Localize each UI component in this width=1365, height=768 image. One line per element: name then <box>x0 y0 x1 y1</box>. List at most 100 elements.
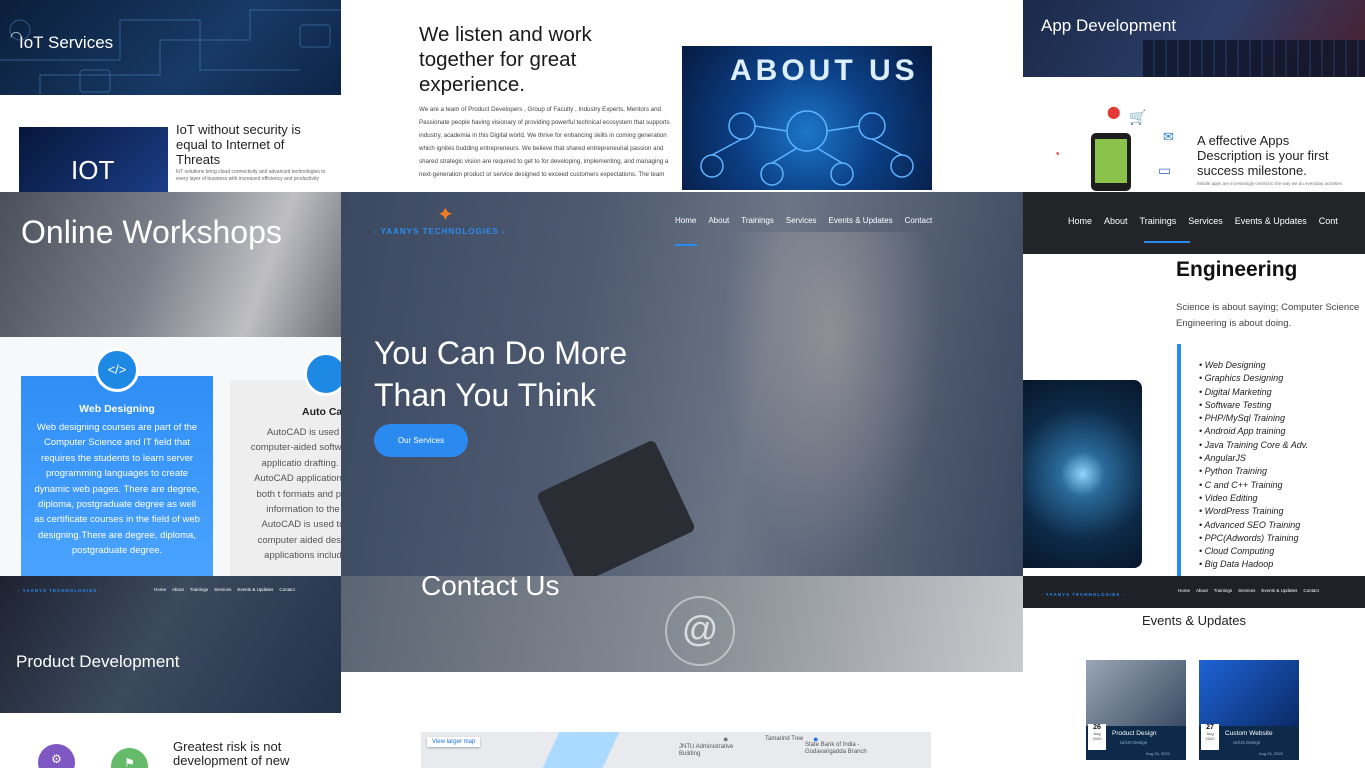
nav-trainings[interactable]: Trainings <box>741 216 774 225</box>
ev-nav-about[interactable]: About <box>1196 588 1208 593</box>
android-phone-illustration <box>1091 133 1131 191</box>
map-embed[interactable]: View larger map JNTU Administrative Buil… <box>421 732 931 768</box>
our-services-button[interactable]: Our Services <box>374 424 468 457</box>
iot-article-title[interactable]: IoT without security is equal to Interne… <box>176 122 326 167</box>
nav-events[interactable]: Events & Updates <box>829 216 893 225</box>
autocad-body: AutoCAD is used computer-aided software … <box>250 427 341 562</box>
product-development-banner: - YAANYS TECHNOLOGIES - Home About Train… <box>0 576 341 713</box>
training-item[interactable]: • Java Training Core & Adv. <box>1199 439 1359 452</box>
laptop-icon: ▭ <box>1158 162 1172 178</box>
view-larger-map-link[interactable]: View larger map <box>427 737 481 747</box>
event-card-photo <box>1086 660 1186 726</box>
event-date: Aug 26, 2020 <box>1146 751 1170 756</box>
nav-contact[interactable]: Contact <box>905 216 933 225</box>
ev-nav-services[interactable]: Services <box>1238 588 1255 593</box>
map-pin-icon: ● <box>723 734 729 744</box>
iot-article: IOT IoT without security is equal to Int… <box>0 95 341 192</box>
online-workshops-title: Online Workshops <box>21 214 282 250</box>
dark-nav-home[interactable]: Home <box>1068 216 1092 226</box>
iot-article-excerpt: IoT solutions bring cloud connectivity a… <box>176 169 326 182</box>
hero-brand-logo[interactable]: - YAANYS TECHNOLOGIES - <box>374 227 505 236</box>
about-heading: We listen and work together for great ex… <box>419 23 592 96</box>
nav-active-underline <box>675 244 697 246</box>
hero-photo-highlight <box>721 232 941 572</box>
pd-nav-about[interactable]: About <box>172 587 184 592</box>
training-item[interactable]: • Python Training <box>1199 465 1359 478</box>
event-sub: UI/UX Design <box>1120 740 1148 745</box>
autocad-icon <box>304 352 341 396</box>
pd-nav-trainings[interactable]: Trainings <box>190 587 208 592</box>
dark-nav-trainings[interactable]: Trainings <box>1140 216 1177 226</box>
ev-nav-contact[interactable]: Contact <box>1303 588 1319 593</box>
app-development-title: App Development <box>1041 16 1177 35</box>
pd-nav-contact[interactable]: Contact <box>279 587 295 592</box>
flag-circle-icon: ⚑ <box>111 748 148 768</box>
dark-nav-about[interactable]: About <box>1104 216 1128 226</box>
training-item[interactable]: • Digital Marketing <box>1199 386 1359 399</box>
event-day: 27 <box>1206 724 1214 731</box>
runner-logo-icon: ✦ <box>437 204 454 226</box>
web-designing-title: Web Designing <box>79 403 155 415</box>
nav-home[interactable]: Home <box>675 216 696 225</box>
location-pin-icon: ⬤ <box>1107 105 1121 119</box>
iot-thumbnail[interactable]: IOT <box>19 127 168 192</box>
training-item[interactable]: • Advanced SEO Training <box>1199 519 1359 532</box>
pd-nav-home[interactable]: Home <box>154 587 166 592</box>
apps-promo: ✉ 🛒 ⬤ ◔ ▭ A effective Apps Description i… <box>1023 77 1365 192</box>
dark-nav-bar: Home About Trainings Services Events & U… <box>1023 192 1365 254</box>
training-item[interactable]: • Big Data Hadoop <box>1199 558 1359 571</box>
apps-promo-text: A effective Apps Description is your fir… <box>1197 133 1329 178</box>
ev-nav-home[interactable]: Home <box>1178 588 1190 593</box>
risk-section: ⚙ ⚑ Greatest risk is not development of … <box>0 713 341 768</box>
events-brand-logo[interactable]: - YAANYS TECHNOLOGIES - <box>1041 592 1125 597</box>
nav-services[interactable]: Services <box>786 216 817 225</box>
dark-nav-services[interactable]: Services <box>1188 216 1223 226</box>
keyboard-graphic <box>1143 40 1365 77</box>
event-date: Aug 26, 2020 <box>1259 751 1283 756</box>
product-development-title: Product Development <box>16 652 180 671</box>
ev-nav-trainings[interactable]: Trainings <box>1214 588 1232 593</box>
training-item[interactable]: • Video Editing <box>1199 492 1359 505</box>
training-item[interactable]: • Graphics Designing <box>1199 372 1359 385</box>
training-item[interactable]: • Web Designing <box>1199 359 1359 372</box>
training-item[interactable]: • AngularJS <box>1199 452 1359 465</box>
web-designing-body: Web designing courses are part of the Co… <box>34 422 200 557</box>
chart-icon: ◔ <box>1053 147 1061 161</box>
dark-nav-contact[interactable]: Cont <box>1319 216 1338 226</box>
autocad-title: Auto Ca <box>302 406 341 418</box>
training-item[interactable]: • WordPress Training <box>1199 505 1359 518</box>
training-list: • Web Designing • Graphics Designing • D… <box>1199 359 1359 572</box>
training-list-border <box>1177 344 1181 576</box>
ev-nav-events[interactable]: Events & Updates <box>1261 588 1297 593</box>
event-date-badge: 27 Aug 2020 <box>1201 724 1219 750</box>
contact-title: Contact Us <box>421 576 560 601</box>
cart-icon: 🛒 <box>1129 109 1147 125</box>
map-section: View larger map JNTU Administrative Buil… <box>341 672 1023 768</box>
autocad-card[interactable]: Auto Ca AutoCAD is used computer-aided s… <box>230 380 341 576</box>
iot-thumb-label: IOT <box>71 155 115 185</box>
dark-nav-active-underline <box>1144 241 1190 243</box>
training-item[interactable]: • PHP/MySql Training <box>1199 412 1359 425</box>
event-title: Product Design <box>1112 730 1157 737</box>
nav-about[interactable]: About <box>708 216 729 225</box>
training-item[interactable]: • C and C++ Training <box>1199 479 1359 492</box>
events-header-bar: - YAANYS TECHNOLOGIES - Home About Train… <box>1023 576 1365 608</box>
event-card[interactable]: 27 Aug 2020 Custom Website UI/UX Design … <box>1199 660 1299 760</box>
training-item[interactable]: • PPC(Adwords) Training <box>1199 532 1359 545</box>
training-item[interactable]: • Software Testing <box>1199 399 1359 412</box>
pd-nav-services[interactable]: Services <box>214 587 231 592</box>
hero-headline-2: Than You Think <box>374 377 596 413</box>
training-item[interactable]: • Android App training <box>1199 425 1359 438</box>
training-item[interactable]: • Cloud Computing <box>1199 545 1359 558</box>
code-icon: </> <box>95 348 139 392</box>
dark-nav-events[interactable]: Events & Updates <box>1235 216 1307 226</box>
web-designing-card[interactable]: Web Designing Web designing courses are … <box>21 376 213 576</box>
event-year: 2020 <box>1205 736 1215 741</box>
product-dev-brand-logo[interactable]: - YAANYS TECHNOLOGIES - <box>18 588 102 593</box>
contact-banner: Contact Us @ <box>341 576 1023 672</box>
people-network-graphic <box>700 110 914 186</box>
events-title: Events & Updates <box>1141 613 1247 628</box>
event-card[interactable]: 26 Aug 2020 Product Design UI/UX Design … <box>1086 660 1186 760</box>
iot-services-title: IoT Services <box>19 33 114 52</box>
pd-nav-events[interactable]: Events & Updates <box>237 587 273 592</box>
